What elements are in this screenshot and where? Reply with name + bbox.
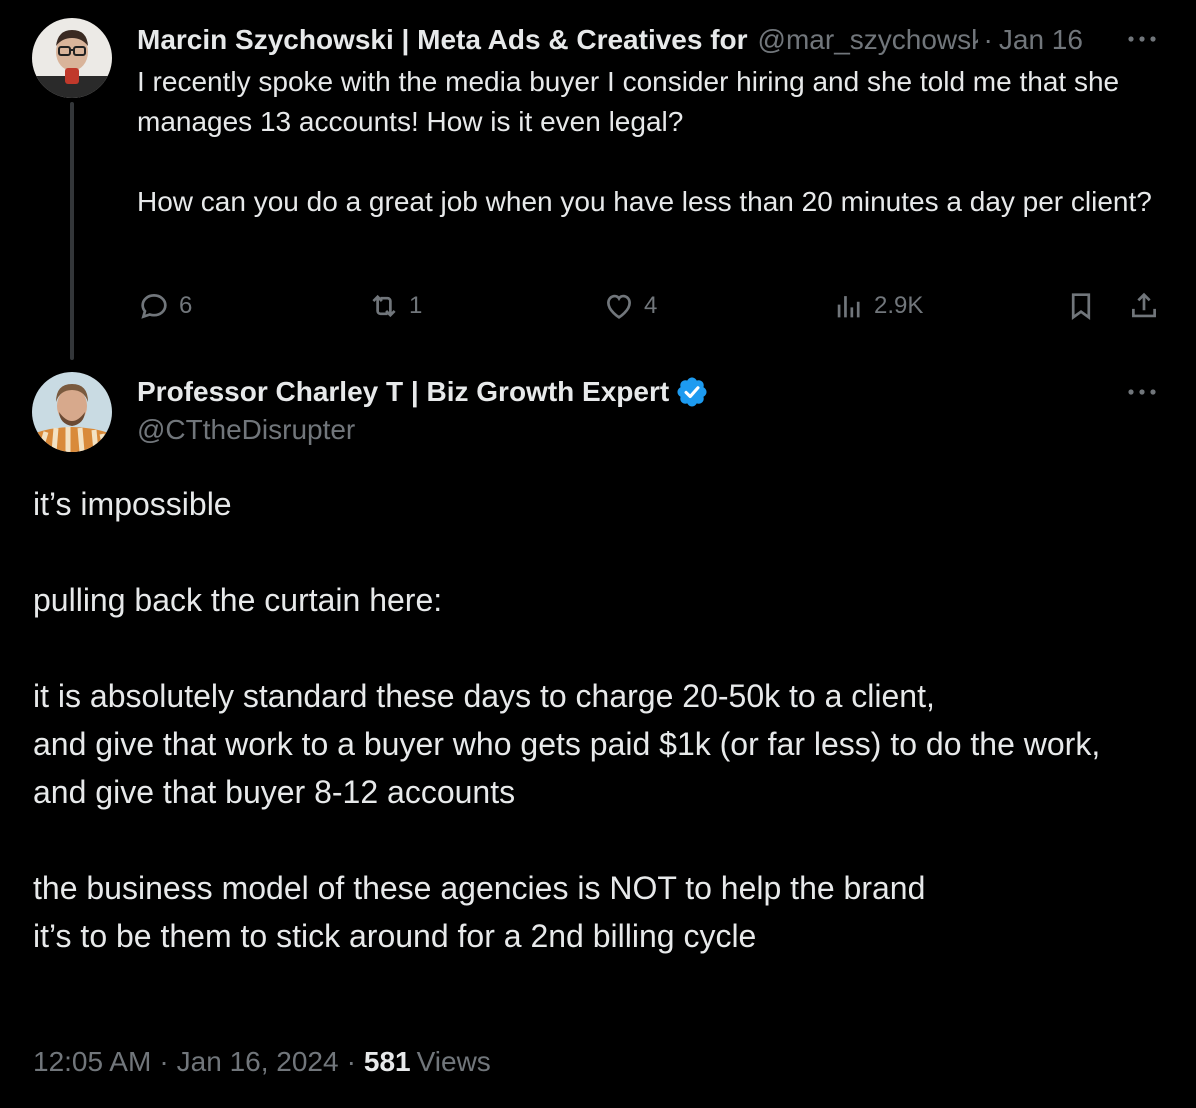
views-icon — [837, 296, 860, 318]
separator-dot: · — [983, 24, 993, 55]
views-label: Views — [416, 1046, 491, 1077]
separator-dot: · — [159, 1046, 169, 1077]
like-button[interactable]: 4 — [602, 286, 657, 326]
parent-more-options-button[interactable] — [1122, 24, 1162, 54]
main-author-handle[interactable]: @CTtheDisrupter — [137, 414, 355, 446]
views-count: 2.9K — [874, 292, 924, 319]
parent-tweet-actions: 6 1 4 2.9K — [137, 286, 1167, 326]
repost-icon — [372, 294, 396, 318]
thread-connector-line — [70, 102, 74, 360]
reply-count: 6 — [179, 292, 193, 319]
separator-dot: · — [346, 1046, 356, 1077]
reply-icon — [141, 294, 167, 319]
like-icon — [607, 294, 631, 319]
repost-button[interactable]: 1 — [367, 286, 422, 326]
ellipsis-icon — [1128, 389, 1156, 395]
views-button[interactable]: 2.9K — [832, 286, 923, 326]
views-count: 581 — [363, 1046, 411, 1077]
share-button[interactable] — [1127, 286, 1161, 326]
main-tweet-text: it’s impossible pulling back the curtain… — [33, 486, 1101, 954]
main-author-avatar[interactable] — [32, 372, 112, 452]
main-author-name-row: Professor Charley T | Biz Growth Expert — [137, 373, 709, 411]
parent-tweet-text: I recently spoke with the media buyer I … — [137, 66, 1152, 217]
tweet-time[interactable]: 12:05 AM — [33, 1046, 151, 1078]
parent-author-name[interactable]: Marcin Szychowski | Meta Ads & Creatives… — [137, 24, 748, 56]
verified-badge-icon — [677, 377, 707, 407]
reply-button[interactable]: 6 — [137, 286, 192, 326]
main-more-options-button[interactable] — [1122, 377, 1162, 407]
main-tweet-meta: 12:05 AM · Jan 16, 2024 · 581 Views — [33, 1040, 491, 1084]
parent-author-avatar[interactable] — [32, 18, 112, 98]
ellipsis-icon — [1128, 36, 1156, 42]
parent-tweet-date[interactable]: Jan 16 — [999, 24, 1083, 56]
repost-count: 1 — [409, 292, 423, 319]
main-author-name[interactable]: Professor Charley T | Biz Growth Expert — [137, 376, 669, 408]
bookmark-button[interactable] — [1064, 286, 1098, 326]
parent-tweet-header: Marcin Szychowski | Meta Ads & Creatives… — [137, 22, 1167, 58]
bookmark-icon — [1071, 293, 1091, 320]
share-icon — [1132, 292, 1156, 318]
like-count: 4 — [644, 292, 658, 319]
tweet-date[interactable]: Jan 16, 2024 — [177, 1046, 339, 1078]
parent-author-handle[interactable]: @mar_szychowski — [758, 24, 978, 56]
